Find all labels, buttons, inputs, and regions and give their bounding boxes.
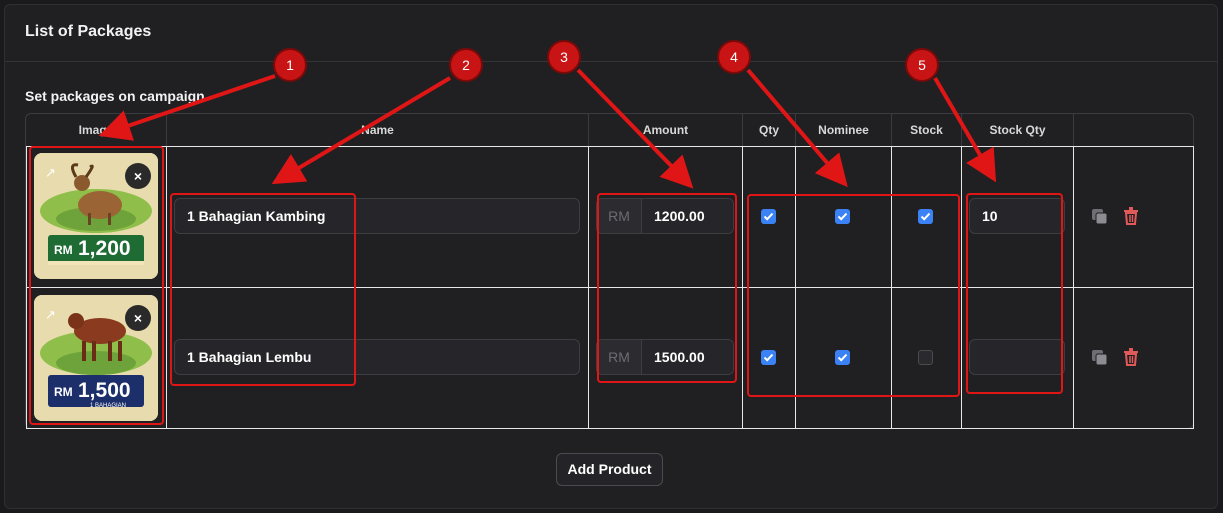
annotation-arrows [98, 68, 997, 189]
annotation-badge: 1 [273, 48, 307, 82]
annotation-badge: 4 [717, 40, 751, 74]
annotation-badge: 2 [449, 48, 483, 82]
annotation-badge: 3 [547, 40, 581, 74]
annotation-badge: 5 [905, 48, 939, 82]
